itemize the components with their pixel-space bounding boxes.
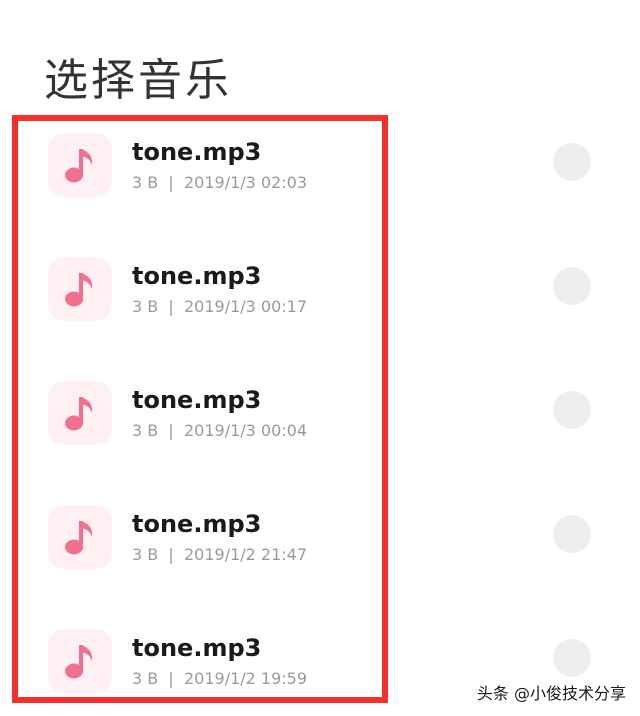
file-size: 3 B	[132, 421, 159, 440]
file-date: 2019/1/2 21:47	[183, 545, 308, 564]
file-size: 3 B	[132, 545, 159, 564]
file-date: 2019/1/3 02:03	[183, 173, 308, 192]
file-meta: 3 B | 2019/1/2 19:59	[132, 669, 307, 689]
music-file-icon-tile	[48, 257, 112, 321]
file-list-item[interactable]: tone.mp3 3 B | 2019/1/3 00:17	[0, 257, 640, 327]
file-list-item[interactable]: tone.mp3 3 B | 2019/1/2 21:47	[0, 505, 640, 575]
file-name: tone.mp3	[132, 138, 262, 166]
music-note-icon	[65, 397, 93, 431]
file-date: 2019/1/3 00:17	[183, 297, 308, 316]
meta-separator: |	[168, 545, 174, 564]
file-size: 3 B	[132, 297, 159, 316]
file-meta: 3 B | 2019/1/3 00:04	[132, 421, 307, 441]
select-radio[interactable]	[553, 143, 591, 181]
file-size: 3 B	[132, 669, 159, 688]
meta-separator: |	[168, 297, 174, 316]
file-date: 2019/1/2 19:59	[183, 669, 308, 688]
file-list: tone.mp3 3 B | 2019/1/3 02:03 tone.mp3 3…	[0, 0, 640, 716]
file-name: tone.mp3	[132, 510, 262, 538]
music-file-icon-tile	[48, 629, 112, 693]
file-meta: 3 B | 2019/1/3 02:03	[132, 173, 307, 193]
music-file-icon-tile	[48, 505, 112, 569]
music-file-icon-tile	[48, 381, 112, 445]
watermark: 头条 @小俊技术分享	[476, 684, 626, 703]
select-radio[interactable]	[553, 515, 591, 553]
file-list-item[interactable]: tone.mp3 3 B | 2019/1/3 00:04	[0, 381, 640, 451]
meta-separator: |	[168, 669, 174, 688]
music-file-icon-tile	[48, 133, 112, 197]
file-meta: 3 B | 2019/1/3 00:17	[132, 297, 307, 317]
select-radio[interactable]	[553, 391, 591, 429]
meta-separator: |	[168, 173, 174, 192]
file-name: tone.mp3	[132, 634, 262, 662]
file-date: 2019/1/3 00:04	[183, 421, 308, 440]
music-note-icon	[65, 645, 93, 679]
music-note-icon	[65, 521, 93, 555]
select-radio[interactable]	[553, 639, 591, 677]
meta-separator: |	[168, 421, 174, 440]
music-note-icon	[65, 149, 93, 183]
file-meta: 3 B | 2019/1/2 21:47	[132, 545, 307, 565]
file-size: 3 B	[132, 173, 159, 192]
file-name: tone.mp3	[132, 262, 262, 290]
file-list-item[interactable]: tone.mp3 3 B | 2019/1/3 02:03	[0, 133, 640, 203]
music-note-icon	[65, 273, 93, 307]
file-name: tone.mp3	[132, 386, 262, 414]
select-radio[interactable]	[553, 267, 591, 305]
